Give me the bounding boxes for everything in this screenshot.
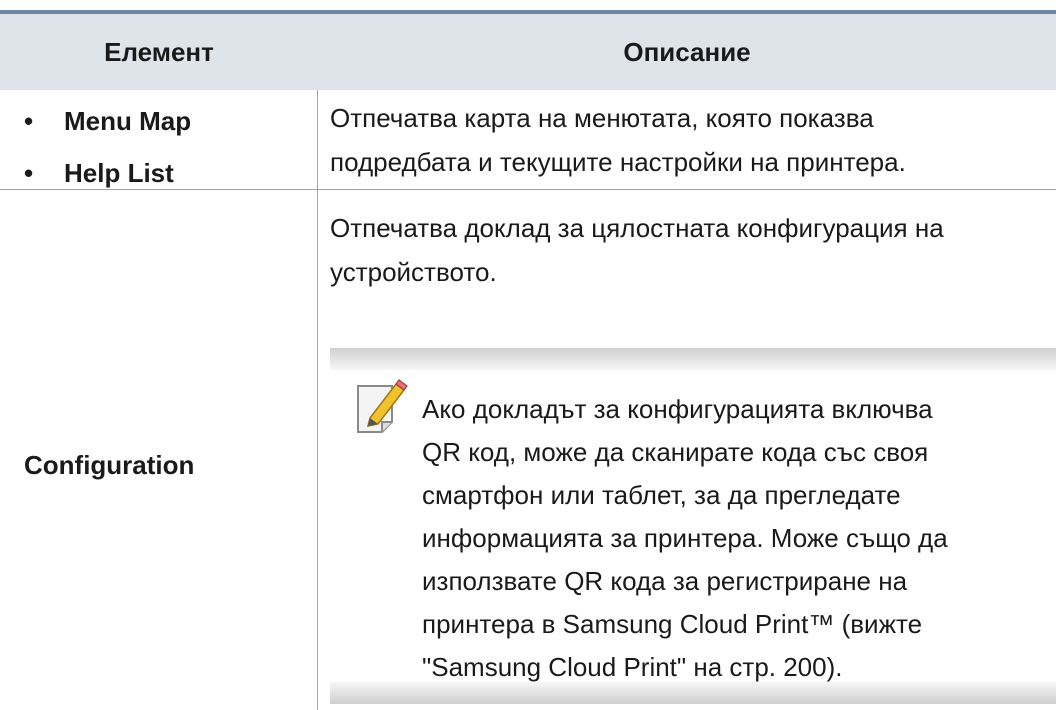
column-divider	[317, 90, 318, 710]
bullet: •	[24, 158, 34, 188]
header-description: Описание	[623, 37, 751, 67]
note-text: Ако докладът за конфигурацията включва Q…	[422, 388, 1054, 689]
description-line: подредбата и текущите настройки на принт…	[330, 147, 906, 177]
note-line: използвате QR кода за регистриране на	[422, 566, 908, 596]
configuration-label: Configuration	[24, 450, 195, 480]
bullet: •	[24, 106, 34, 136]
note-line: QR код, може да сканирате кода със своя	[422, 437, 929, 467]
item-menu-map: Menu Map	[64, 106, 192, 136]
note-line: информацията за принтера. Може също да	[422, 523, 948, 553]
item-help-list: Help List	[64, 158, 174, 188]
note-box: Ако докладът за конфигурацията включва Q…	[330, 348, 1056, 704]
note-line: принтера в Samsung Cloud Print™ (вижте	[422, 609, 923, 639]
row-2-description: Отпечатва доклад за цялостната конфигура…	[330, 206, 1050, 294]
table-header: Елемент Описание	[0, 14, 1056, 90]
description-line: Отпечатва доклад за цялостната конфигура…	[330, 213, 944, 243]
row-1-description: Отпечатва карта на менютата, която показ…	[330, 96, 1050, 184]
note-pencil-icon	[352, 378, 410, 438]
header-element: Елемент	[104, 37, 214, 67]
note-bottom-band	[330, 682, 1056, 704]
note-line: Ако докладът за конфигурацията включва	[422, 394, 933, 424]
row-divider	[0, 189, 1056, 190]
note-top-band	[330, 348, 1056, 370]
description-line: Отпечатва карта на менютата, която показ…	[330, 103, 874, 133]
note-line: смартфон или таблет, за да прегледате	[422, 480, 901, 510]
description-line: устройството.	[330, 257, 497, 287]
